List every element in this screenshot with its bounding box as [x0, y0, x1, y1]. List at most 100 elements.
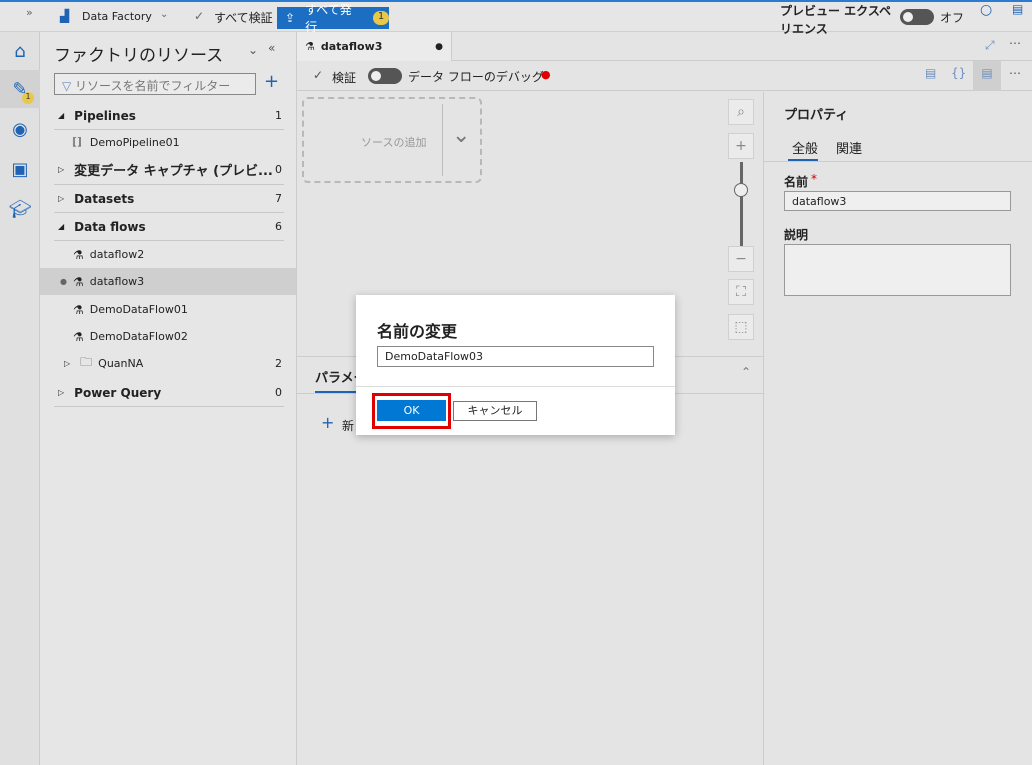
expand-icon[interactable]: »: [26, 6, 33, 19]
code-icon[interactable]: {}: [951, 66, 966, 80]
cancel-button[interactable]: キャンセル: [453, 401, 537, 421]
add-source-node[interactable]: ソースの追加 ⌄: [302, 97, 482, 183]
collapse-all-icon[interactable]: ⌄: [248, 43, 258, 57]
item-label: QuanNA: [98, 357, 144, 370]
folder-item[interactable]: ▷ 🗀︎ QuanNA 2: [40, 350, 296, 377]
expanded-icon: ◢: [58, 222, 65, 231]
expanded-icon: ◢: [58, 111, 65, 120]
chevron-down-icon[interactable]: ⌄: [160, 9, 168, 20]
script-icon[interactable]: ▤: [925, 66, 936, 80]
debug-status-dot: ●: [541, 68, 551, 81]
plus-icon: +: [321, 413, 335, 432]
more-icon[interactable]: ⋯: [1009, 36, 1021, 50]
description-field[interactable]: [784, 244, 1011, 296]
home-icon[interactable]: ⌂: [0, 32, 40, 70]
maximize-icon[interactable]: ⤢: [985, 38, 995, 53]
section-count: 0: [275, 163, 282, 176]
tab-related[interactable]: 関連: [836, 138, 862, 157]
publish-count-badge: 1: [373, 11, 389, 25]
refresh-icon[interactable]: ○: [980, 2, 992, 18]
learn-icon[interactable]: 🎓︎: [0, 190, 40, 228]
pipeline-icon: ⟦⟧: [72, 137, 82, 148]
properties-title: プロパティ: [784, 108, 849, 123]
validate-button[interactable]: 検証: [332, 69, 356, 86]
zoom-in-button[interactable]: +: [728, 133, 754, 159]
tab-general[interactable]: 全般: [792, 138, 818, 157]
ok-button[interactable]: OK: [377, 400, 446, 421]
add-resource-button[interactable]: +: [264, 71, 279, 92]
tab-label: dataflow3: [320, 40, 383, 53]
tab-dataflow3[interactable]: ⚗ dataflow3 ●: [297, 32, 452, 61]
list-item[interactable]: ⟦⟧ DemoPipeline01: [40, 129, 296, 156]
list-item-selected[interactable]: ● ⚗ dataflow3: [40, 268, 296, 295]
new-parameter-button[interactable]: 新: [342, 417, 354, 434]
properties-icon[interactable]: ▤: [973, 61, 1001, 91]
fit-view-icon[interactable]: ⛶: [728, 279, 754, 305]
rename-dialog: 名前の変更 DemoDataFlow03 OK キャンセル: [356, 295, 675, 435]
dialog-title: 名前の変更: [377, 322, 458, 341]
filter-input[interactable]: ▽ リソースを名前でフィルター: [54, 73, 256, 95]
dataflow-icon: ⚗: [73, 329, 84, 344]
collapsed-icon: ▷: [58, 388, 65, 397]
section-label: Pipelines: [74, 108, 136, 123]
left-rail: ⌂ ✎ 1 ◉ ▣ 🎓︎: [0, 32, 40, 765]
feedback-icon[interactable]: ▤: [1012, 2, 1023, 16]
zoom-slider[interactable]: [740, 162, 743, 246]
list-item[interactable]: ⚗ dataflow2: [40, 241, 296, 268]
collapse-icon[interactable]: ⌃: [741, 365, 751, 379]
publish-label: すべて発行: [305, 3, 352, 34]
item-label: DemoPipeline01: [89, 136, 180, 149]
preview-toggle[interactable]: [900, 9, 934, 25]
preview-state: オフ: [940, 11, 965, 25]
tab-bar: ⚗ dataflow3 ● ⤢ ⋯: [297, 32, 1032, 61]
section-dataflows[interactable]: ◢ Data flows 6: [40, 213, 296, 240]
dataflow-icon: ⚗: [72, 274, 84, 289]
section-datasets[interactable]: ▷ Datasets 7: [40, 185, 296, 212]
chevron-down-icon[interactable]: ⌄: [452, 123, 470, 148]
preview-label: プレビュー エクスペ: [780, 4, 891, 18]
collapsed-icon: ▷: [58, 165, 65, 174]
select-icon[interactable]: ⬚: [728, 314, 754, 340]
more-icon[interactable]: ⋯: [1009, 66, 1021, 80]
section-count: 6: [275, 220, 282, 233]
check-icon: ✓: [313, 68, 324, 82]
debug-toggle[interactable]: [368, 68, 402, 84]
name-input[interactable]: DemoDataFlow03: [377, 346, 654, 367]
properties-panel: プロパティ 全般 関連 名前 * dataflow3 説明: [763, 92, 1032, 765]
top-bar: » ▟ Data Factory ⌄ ✓ すべて検証 ⇪ すべて発行 1 プレビ…: [0, 0, 1032, 36]
description-label: 説明: [784, 228, 809, 242]
author-icon[interactable]: ✎ 1: [0, 70, 40, 108]
list-item[interactable]: ⚗ DemoDataFlow02: [40, 323, 296, 350]
name-label: 名前: [784, 175, 809, 189]
section-label: 変更データ キャプチャ (プレビ...: [74, 164, 273, 179]
validate-all-button[interactable]: すべて検証: [214, 9, 273, 26]
collapse-panel-icon[interactable]: «: [268, 41, 275, 55]
monitor-icon[interactable]: ◉: [0, 110, 40, 148]
zoom-out-button[interactable]: −: [728, 246, 754, 272]
publish-icon: ⇪: [285, 11, 296, 25]
item-label: dataflow2: [89, 248, 145, 261]
publish-all-button[interactable]: ⇪ すべて発行 1: [277, 3, 389, 34]
section-power-query[interactable]: ▷ Power Query 0: [40, 379, 296, 406]
collapsed-icon: ▷: [64, 359, 71, 368]
section-pipelines[interactable]: ◢ Pipelines 1: [40, 102, 296, 129]
panel-title: ファクトリのリソース: [54, 46, 224, 66]
name-field[interactable]: dataflow3: [784, 191, 1011, 211]
folder-count: 2: [275, 357, 282, 370]
section-cdc[interactable]: ▷ 変更データ キャプチャ (プレビ... 0: [40, 156, 296, 183]
section-count: 7: [275, 192, 282, 205]
section-label: Datasets: [74, 191, 135, 206]
item-label: dataflow3: [89, 275, 145, 288]
factory-name[interactable]: Data Factory: [82, 10, 152, 23]
dataflow-icon: ⚗: [305, 40, 315, 53]
unsaved-dot-icon: ●: [60, 277, 67, 286]
validate-all-icon: ✓: [194, 9, 205, 23]
zoom-slider-thumb[interactable]: [734, 183, 748, 197]
manage-icon[interactable]: ▣: [0, 150, 40, 188]
collapsed-icon: ▷: [58, 194, 65, 203]
search-icon[interactable]: ⌕: [728, 99, 754, 125]
list-item[interactable]: ⚗ DemoDataFlow01: [40, 296, 296, 323]
filter-icon: ▽: [62, 79, 76, 93]
editor-toolbar: ✓ 検証 データ フローのデバッグ ● ▤ {} ▤ ⋯: [297, 61, 1032, 91]
required-mark: *: [811, 172, 817, 186]
